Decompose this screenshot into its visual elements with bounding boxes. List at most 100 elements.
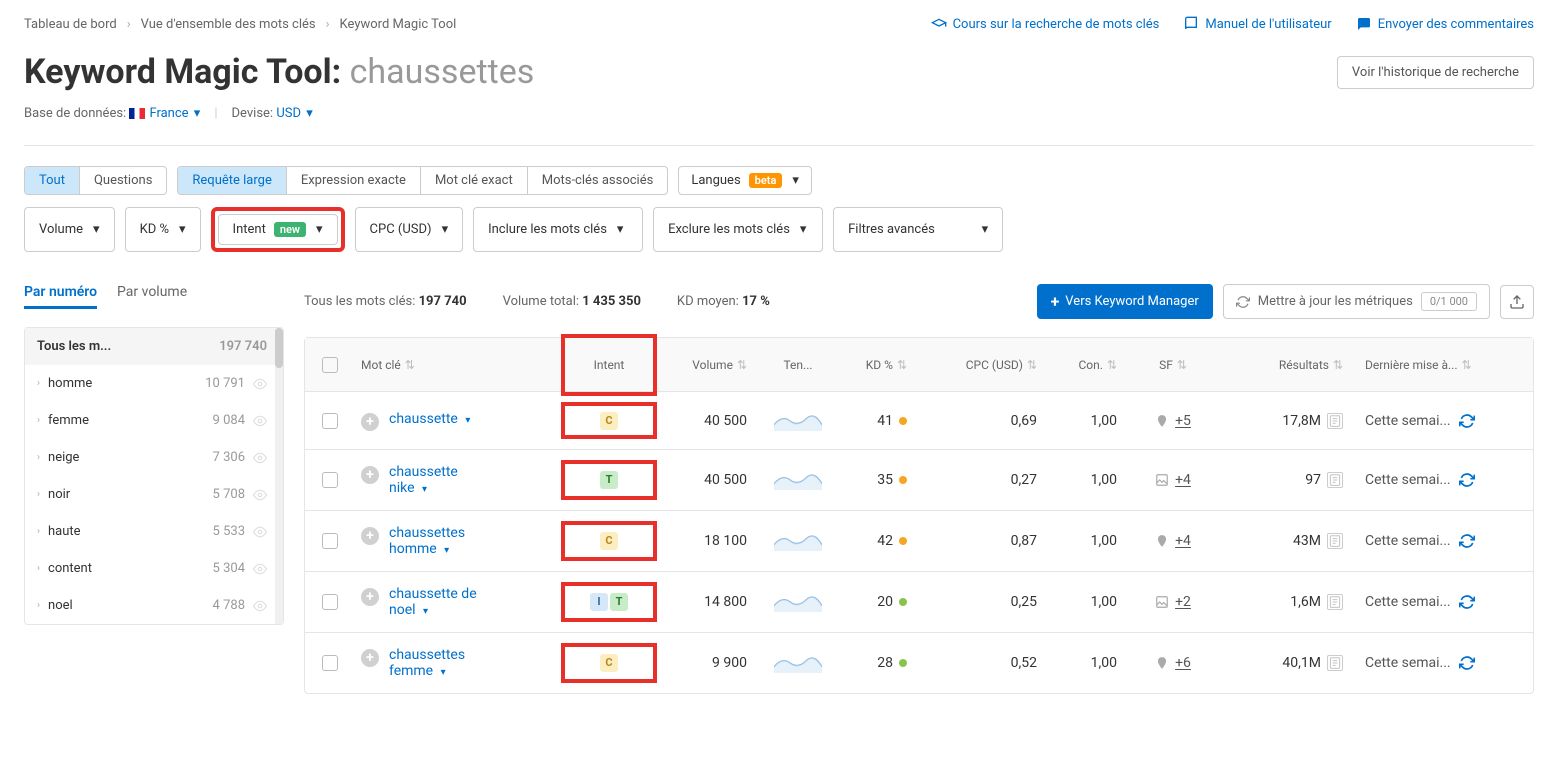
- side-item[interactable]: ›femme9 084: [25, 402, 283, 439]
- refresh-row-icon[interactable]: [1459, 413, 1475, 429]
- crumb-dashboard[interactable]: Tableau de bord: [24, 17, 117, 32]
- select-all-checkbox[interactable]: [322, 357, 338, 373]
- row-checkbox[interactable]: [322, 413, 338, 429]
- link-course[interactable]: Cours sur la recherche de mots clés: [931, 16, 1160, 32]
- tab-all[interactable]: Tout: [25, 167, 80, 194]
- serp-feature-icon: [1155, 656, 1169, 670]
- row-checkbox[interactable]: [322, 594, 338, 610]
- serp-icon[interactable]: [1327, 655, 1343, 671]
- refresh-row-icon[interactable]: [1459, 472, 1475, 488]
- top-nav: Tableau de bord› Vue d'ensemble des mots…: [24, 16, 1534, 32]
- keyword-link[interactable]: chaussette ▾: [389, 411, 470, 427]
- trend-sparkline: [774, 470, 822, 490]
- serp-icon[interactable]: [1327, 594, 1343, 610]
- serp-icon[interactable]: [1327, 472, 1343, 488]
- side-tab-number[interactable]: Par numéro: [24, 284, 97, 309]
- languages-selector[interactable]: Languesbeta▾: [678, 166, 812, 195]
- intent-badge: I: [590, 593, 608, 611]
- col-intent-header[interactable]: Intent: [565, 338, 653, 392]
- keyword-link[interactable]: chaussetteshomme ▾: [389, 525, 465, 557]
- trend-sparkline: [774, 411, 822, 431]
- tab-phrase[interactable]: Expression exacte: [287, 167, 421, 194]
- refresh-row-icon[interactable]: [1459, 594, 1475, 610]
- filter-advanced[interactable]: Filtres avancés▾: [833, 207, 1003, 252]
- add-keyword-icon[interactable]: +: [361, 649, 379, 667]
- side-item[interactable]: ›haute5 533: [25, 513, 283, 550]
- col-cpc[interactable]: CPC (USD)⇅: [933, 358, 1053, 372]
- history-button[interactable]: Voir l'historique de recherche: [1337, 56, 1534, 89]
- serp-features-count[interactable]: +2: [1175, 594, 1191, 610]
- filter-cpc[interactable]: CPC (USD)▾: [355, 207, 464, 252]
- side-item[interactable]: ›noir5 708: [25, 476, 283, 513]
- crumb-tool[interactable]: Keyword Magic Tool: [340, 17, 457, 32]
- eye-icon: [253, 377, 267, 391]
- intent-badge: T: [600, 471, 618, 489]
- eye-icon: [253, 599, 267, 613]
- link-manual[interactable]: Manuel de l'utilisateur: [1183, 16, 1331, 32]
- serp-feature-icon: [1155, 534, 1169, 548]
- trend-sparkline: [774, 531, 822, 551]
- link-feedback[interactable]: Envoyer des commentaires: [1356, 16, 1534, 32]
- side-item[interactable]: ›noel4 788: [25, 587, 283, 624]
- serp-icon[interactable]: [1327, 413, 1343, 429]
- tab-exact[interactable]: Mot clé exact: [421, 167, 528, 194]
- page-title: Keyword Magic Tool: chaussettes: [24, 52, 534, 92]
- row-checkbox[interactable]: [322, 533, 338, 549]
- keyword-link[interactable]: chaussettenike ▾: [389, 464, 458, 496]
- add-keyword-icon[interactable]: +: [361, 413, 379, 431]
- serp-features-count[interactable]: +4: [1175, 472, 1191, 488]
- side-item[interactable]: ›neige7 306: [25, 439, 283, 476]
- intent-badge: C: [600, 412, 618, 430]
- table-row: +chaussettenike ▾T40 500350,271,00+497Ce…: [305, 450, 1533, 511]
- refresh-row-icon[interactable]: [1459, 655, 1475, 671]
- breadcrumb: Tableau de bord› Vue d'ensemble des mots…: [24, 17, 456, 32]
- database-selector[interactable]: France ▾: [129, 106, 200, 121]
- add-keyword-icon[interactable]: +: [361, 588, 379, 606]
- crumb-overview[interactable]: Vue d'ensemble des mots clés: [141, 17, 316, 32]
- tab-related[interactable]: Mots-clés associés: [528, 167, 668, 194]
- refresh-row-icon[interactable]: [1459, 533, 1475, 549]
- table-row: +chaussette ▾C40 500410,691,00+517,8MCet…: [305, 392, 1533, 450]
- add-keyword-icon[interactable]: +: [361, 527, 379, 545]
- side-item[interactable]: ›content5 304: [25, 550, 283, 587]
- sidebar-scrollbar[interactable]: [275, 328, 283, 624]
- keyword-groups-list: Tous les m... 197 740 ›homme10 791›femme…: [24, 327, 284, 625]
- export-button[interactable]: [1500, 285, 1534, 319]
- eye-icon: [253, 525, 267, 539]
- serp-icon[interactable]: [1327, 533, 1343, 549]
- side-item[interactable]: ›homme10 791: [25, 365, 283, 402]
- tab-questions[interactable]: Questions: [80, 167, 166, 194]
- col-kd[interactable]: KD %⇅: [833, 358, 933, 372]
- eye-icon: [253, 414, 267, 428]
- filter-intent[interactable]: Intentnew▾: [218, 214, 338, 245]
- filter-exclude[interactable]: Exclure les mots clés▾: [653, 207, 823, 252]
- side-tab-volume[interactable]: Par volume: [117, 284, 187, 309]
- table-row: +chaussetteshomme ▾C18 100420,871,00+443…: [305, 511, 1533, 572]
- row-checkbox[interactable]: [322, 472, 338, 488]
- serp-features-count[interactable]: +5: [1175, 413, 1191, 429]
- currency-selector[interactable]: USD ▾: [276, 106, 312, 121]
- keywords-table: Mot clé⇅ Intent Volume⇅ Ten... KD %⇅ CPC…: [304, 337, 1534, 694]
- filter-kd[interactable]: KD %▾: [125, 207, 201, 252]
- add-keyword-icon[interactable]: +: [361, 466, 379, 484]
- keyword-link[interactable]: chaussette denoel ▾: [389, 586, 477, 618]
- serp-features-count[interactable]: +6: [1175, 655, 1191, 671]
- keyword-link[interactable]: chaussettesfemme ▾: [389, 647, 465, 679]
- serp-feature-icon: [1155, 414, 1169, 428]
- serp-features-count[interactable]: +4: [1175, 533, 1191, 549]
- table-row: +chaussettesfemme ▾C9 900280,521,00+640,…: [305, 633, 1533, 693]
- table-row: +chaussette denoel ▾IT14 800200,251,00+2…: [305, 572, 1533, 633]
- to-keyword-manager-button[interactable]: +Vers Keyword Manager: [1037, 284, 1213, 319]
- filter-include[interactable]: Inclure les mots clés▾: [473, 207, 643, 252]
- eye-icon: [253, 488, 267, 502]
- side-all-keywords[interactable]: Tous les m... 197 740: [25, 328, 283, 365]
- trend-sparkline: [774, 653, 822, 673]
- refresh-metrics-button[interactable]: Mettre à jour les métriques0/1 000: [1223, 284, 1490, 319]
- intent-badge: C: [600, 532, 618, 550]
- row-checkbox[interactable]: [322, 655, 338, 671]
- filter-volume[interactable]: Volume▾: [24, 207, 115, 252]
- tab-broad[interactable]: Requête large: [178, 167, 286, 194]
- col-volume[interactable]: Volume⇅: [653, 358, 763, 372]
- serp-feature-icon: [1155, 473, 1169, 487]
- intent-badge: C: [600, 654, 618, 672]
